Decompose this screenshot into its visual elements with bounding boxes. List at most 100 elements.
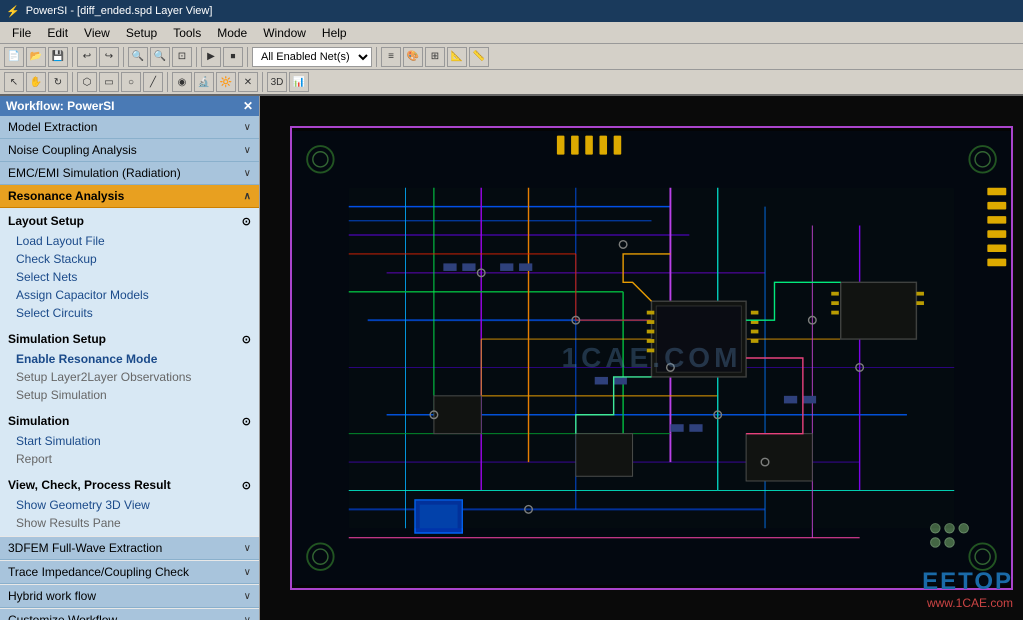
color-btn[interactable]: 🎨 <box>403 47 423 67</box>
toolbar-secondary: ↖ ✋ ↻ ⬡ ▭ ○ ╱ ◉ 🔬 🔆 ✕ 3D 📊 <box>0 70 1023 96</box>
nav-select-circuits[interactable]: Select Circuits <box>0 304 259 322</box>
save-btn[interactable]: 💾 <box>48 47 68 67</box>
spectrum-btn[interactable]: 📊 <box>289 72 309 92</box>
layer-btn[interactable]: ≡ <box>381 47 401 67</box>
undo-btn[interactable]: ↩ <box>77 47 97 67</box>
menu-help[interactable]: Help <box>314 24 355 42</box>
subsection-sim-setup: Simulation Setup ⊙ <box>0 326 259 350</box>
nav-show-geometry-3d[interactable]: Show Geometry 3D View <box>0 496 259 514</box>
layout-setup-arrow[interactable]: ⊙ <box>242 215 251 228</box>
probe-btn[interactable]: 🔬 <box>194 72 214 92</box>
section-emc-emi[interactable]: EMC/EMI Simulation (Radiation) ∨ <box>0 162 259 185</box>
section-model-extraction-label: Model Extraction <box>8 120 97 134</box>
grid-btn[interactable]: ⊞ <box>425 47 445 67</box>
nav-load-layout[interactable]: Load Layout File <box>0 232 259 250</box>
section-noise-coupling-arrow: ∨ <box>244 145 251 156</box>
section-trace-impedance-arrow: ∨ <box>244 567 251 578</box>
run-btn[interactable]: ▶ <box>201 47 221 67</box>
zoom-out-btn[interactable]: 🔍 <box>150 47 170 67</box>
menu-file[interactable]: File <box>4 24 39 42</box>
layout-setup-label: Layout Setup <box>8 214 84 228</box>
section-hybrid-workflow-arrow: ∨ <box>244 591 251 602</box>
pan-btn[interactable]: ✋ <box>26 72 46 92</box>
clear-btn[interactable]: ✕ <box>238 72 258 92</box>
menu-setup[interactable]: Setup <box>118 24 165 42</box>
subsection-view-check: View, Check, Process Result ⊙ <box>0 472 259 496</box>
title-text: PowerSI - [diff_ended.spd Layer View] <box>26 5 213 17</box>
simulation-content: Start Simulation Report <box>0 432 259 472</box>
section-trace-impedance[interactable]: Trace Impedance/Coupling Check ∨ <box>0 561 259 584</box>
circle-btn[interactable]: ○ <box>121 72 141 92</box>
sep8 <box>262 72 263 92</box>
nav-start-simulation[interactable]: Start Simulation <box>0 432 259 450</box>
rotate-btn[interactable]: ↻ <box>48 72 68 92</box>
view-check-arrow[interactable]: ⊙ <box>242 479 251 492</box>
subsection-simulation-title: Simulation ⊙ <box>8 412 251 430</box>
section-3dfem-arrow: ∨ <box>244 543 251 554</box>
subsection-view-check-title: View, Check, Process Result ⊙ <box>8 476 251 494</box>
section-resonance-analysis[interactable]: Resonance Analysis ∧ <box>0 185 259 208</box>
subsection-simulation: Simulation ⊙ <box>0 408 259 432</box>
subsection-layout-setup-title: Layout Setup ⊙ <box>8 212 251 230</box>
section-hybrid-workflow[interactable]: Hybrid work flow ∨ <box>0 585 259 608</box>
meas-btn[interactable]: 📏 <box>469 47 489 67</box>
section-hybrid-workflow-label: Hybrid work flow <box>8 589 96 603</box>
menu-window[interactable]: Window <box>255 24 314 42</box>
section-3dfem[interactable]: 3DFEM Full-Wave Extraction ∨ <box>0 537 259 560</box>
subsection-layout-setup: Layout Setup ⊙ <box>0 208 259 232</box>
3d-btn[interactable]: 3D <box>267 72 287 92</box>
zoom-in-btn[interactable]: 🔍 <box>128 47 148 67</box>
sep2 <box>123 47 124 67</box>
view-check-content: Show Geometry 3D View Show Results Pane <box>0 496 259 536</box>
menu-view[interactable]: View <box>76 24 118 42</box>
nav-select-nets[interactable]: Select Nets <box>0 268 259 286</box>
sim-setup-arrow[interactable]: ⊙ <box>242 333 251 346</box>
simulation-arrow[interactable]: ⊙ <box>242 415 251 428</box>
layout-setup-content: Load Layout File Check Stackup Select Ne… <box>0 232 259 326</box>
menu-bar: File Edit View Setup Tools Mode Window H… <box>0 22 1023 44</box>
section-emc-emi-label: EMC/EMI Simulation (Radiation) <box>8 166 181 180</box>
sep4 <box>247 47 248 67</box>
nav-enable-resonance[interactable]: Enable Resonance Mode <box>0 350 259 368</box>
simulation-label: Simulation <box>8 414 69 428</box>
section-customize-workflow[interactable]: Customize Workflow ∨ <box>0 609 259 620</box>
workflow-scroll[interactable]: Model Extraction ∨ Noise Coupling Analys… <box>0 116 259 620</box>
view-check-label: View, Check, Process Result <box>8 478 171 492</box>
sep5 <box>376 47 377 67</box>
menu-mode[interactable]: Mode <box>209 24 255 42</box>
section-model-extraction[interactable]: Model Extraction ∨ <box>0 116 259 139</box>
menu-edit[interactable]: Edit <box>39 24 76 42</box>
section-trace-impedance-label: Trace Impedance/Coupling Check <box>8 565 189 579</box>
pcb-board: 1CAE.COM <box>290 126 1013 590</box>
app-icon: ⚡ <box>6 5 20 18</box>
stop-btn[interactable]: ⏹ <box>223 47 243 67</box>
net-selector[interactable]: All Enabled Net(s) <box>252 47 372 67</box>
section-3dfem-label: 3DFEM Full-Wave Extraction <box>8 541 162 555</box>
new-btn[interactable]: 📄 <box>4 47 24 67</box>
highlight-btn[interactable]: ◉ <box>172 72 192 92</box>
rect-btn[interactable]: ▭ <box>99 72 119 92</box>
net-highlight-btn[interactable]: 🔆 <box>216 72 236 92</box>
redo-btn[interactable]: ↪ <box>99 47 119 67</box>
select-btn[interactable]: ↖ <box>4 72 24 92</box>
sep3 <box>196 47 197 67</box>
workflow-close-btn[interactable]: ✕ <box>243 99 253 113</box>
poly-btn[interactable]: ⬡ <box>77 72 97 92</box>
snap-btn[interactable]: 📐 <box>447 47 467 67</box>
line-btn[interactable]: ╱ <box>143 72 163 92</box>
title-bar: ⚡ PowerSI - [diff_ended.spd Layer View] <box>0 0 1023 22</box>
nav-assign-cap-models[interactable]: Assign Capacitor Models <box>0 286 259 304</box>
open-btn[interactable]: 📂 <box>26 47 46 67</box>
pcb-view-area[interactable]: 1CAE.COM EETOP www.1CAE.com <box>260 96 1023 620</box>
nav-report: Report <box>0 450 259 468</box>
section-emc-emi-arrow: ∨ <box>244 168 251 179</box>
pcb-traces-svg <box>292 128 1011 588</box>
menu-tools[interactable]: Tools <box>165 24 209 42</box>
workflow-header: Workflow: PowerSI ✕ <box>0 96 259 116</box>
section-customize-workflow-label: Customize Workflow <box>8 613 117 620</box>
subsection-sim-setup-title: Simulation Setup ⊙ <box>8 330 251 348</box>
zoom-fit-btn[interactable]: ⊡ <box>172 47 192 67</box>
nav-check-stackup[interactable]: Check Stackup <box>0 250 259 268</box>
section-noise-coupling[interactable]: Noise Coupling Analysis ∨ <box>0 139 259 162</box>
workflow-title: Workflow: PowerSI <box>6 99 114 113</box>
